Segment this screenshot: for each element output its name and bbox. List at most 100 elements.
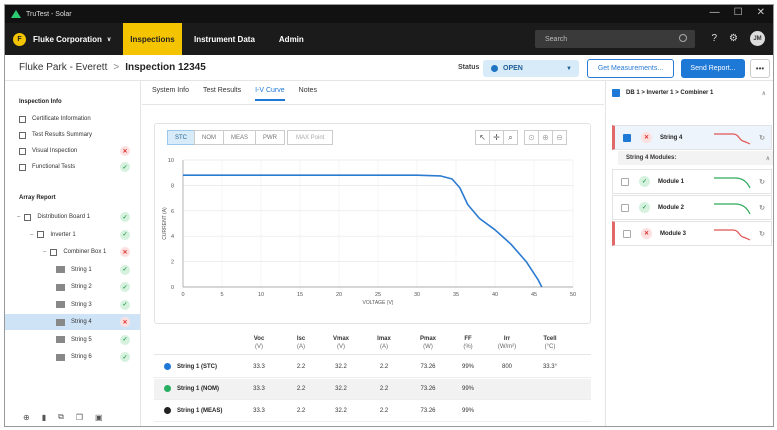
document-icon	[19, 147, 26, 155]
pointer-icon[interactable]: ↖	[475, 130, 490, 145]
mini-curve-line	[714, 228, 751, 241]
nav-tab-inspections[interactable]: Inspections	[123, 23, 182, 55]
table-cell: 2.2	[379, 364, 389, 370]
tree-item[interactable]: – Inverter 1 ✓	[5, 227, 140, 243]
more-options-button[interactable]: •••	[750, 59, 770, 78]
nav-tab-instrument-data[interactable]: Instrument Data	[182, 23, 267, 55]
mode-nom-button[interactable]: NOM	[194, 130, 224, 145]
item-checkbox[interactable]	[623, 229, 631, 238]
document-icon	[19, 163, 26, 171]
status-select[interactable]: OPEN ▼	[483, 60, 579, 77]
y-tick-label: 4	[171, 234, 174, 240]
column-name: Isc	[296, 336, 306, 342]
table-row[interactable]: String 1 (STC) 33.3 2.2 32.2 2.2 73.26 99% 800 3…	[154, 357, 591, 378]
status-icon: ✓	[639, 176, 650, 187]
sidebar-info-item[interactable]: Certificate Information✓	[5, 111, 140, 127]
refresh-icon[interactable]: ↻	[759, 178, 765, 186]
add-icon[interactable]: ⊕	[23, 413, 30, 422]
pan-icon[interactable]: ✛	[489, 130, 504, 145]
mode-meas-button[interactable]: MEAS	[223, 130, 257, 145]
fail-icon: ✕	[120, 317, 130, 327]
tree-item[interactable]: String 6 ✓	[5, 349, 140, 365]
table-cell: 73.26	[420, 386, 436, 392]
tree-item[interactable]: – Combiner Box 1 ✕	[5, 244, 140, 260]
tree-item[interactable]: – Distribution Board 1 ✓	[5, 209, 140, 225]
mini-curve-icon	[714, 202, 751, 214]
search-input[interactable]: Search	[535, 30, 695, 48]
row-name: String 1 (MEAS)	[164, 407, 222, 414]
pass-icon: ✓	[120, 299, 130, 310]
refresh-icon[interactable]: ↻	[759, 230, 765, 238]
zoom-reset-icon[interactable]: ⊙	[524, 130, 539, 145]
collapse-icon[interactable]: –	[17, 214, 20, 220]
nav-tab-admin[interactable]: Admin	[267, 23, 316, 55]
gear-icon[interactable]: ⚙	[729, 33, 738, 44]
path-header: DB 1 > Inverter 1 > Combiner 1 ∧	[612, 89, 770, 97]
table-row[interactable]: String 1 (MEAS) 33.3 2.2 32.2 2.2 73.26 99%	[154, 401, 591, 422]
measurement-table: Voc (V) Isc (A) Vmax (V) Imax (A) Pmax (W) FF (%) Ir…	[154, 331, 591, 423]
user-avatar[interactable]: JM	[750, 31, 765, 46]
tree-item[interactable]: String 1 ✓	[5, 262, 140, 278]
collapse-icon[interactable]: –	[43, 249, 46, 255]
tree-item[interactable]: String 4 ✕	[5, 314, 140, 330]
tab-iv-curve[interactable]: I-V Curve	[255, 87, 285, 101]
table-header-cell: Imax (A)	[364, 335, 404, 351]
pass-icon: ✓	[120, 229, 130, 240]
x-tick-label: 25	[375, 292, 381, 298]
table-cell: 32.2	[335, 364, 347, 370]
mini-curve-icon	[714, 228, 751, 241]
delete-icon[interactable]: ▮	[42, 413, 46, 422]
sidebar-info-item[interactable]: Visual Inspection ✕	[5, 143, 140, 159]
table-cell: 33.3	[253, 408, 265, 414]
item-checkbox[interactable]	[621, 203, 629, 212]
get-measurements-button[interactable]: Get Measurements...	[587, 59, 674, 78]
sidebar-info-item[interactable]: Functional Tests ✓	[5, 159, 140, 175]
sidebar-toolbar: ⊕ ▮ ⧉ ❐ ▣	[5, 406, 140, 426]
modules-heading: String 4 Modules: ∧	[618, 151, 773, 165]
string-card[interactable]: ✕ String 4 ↻	[612, 125, 772, 150]
maximize-button[interactable]: ☐	[734, 7, 743, 18]
table-cell: 33.3	[253, 364, 265, 370]
zoom-box-icon[interactable]: ⌕	[503, 130, 518, 145]
clipboard-icon[interactable]: ▣	[95, 413, 103, 422]
string-card[interactable]: ✓ Module 2 ↻	[612, 195, 772, 220]
tree-item[interactable]: String 3 ✓	[5, 297, 140, 313]
item-checkbox[interactable]	[623, 133, 631, 142]
refresh-icon[interactable]: ↻	[759, 204, 765, 212]
zoom-in-icon[interactable]: ⊕	[538, 130, 553, 145]
org-switcher[interactable]: F Fluke Corporation ∨	[5, 23, 123, 55]
table-cell: 99%	[461, 386, 474, 392]
tab-system-info[interactable]: System Info	[152, 87, 189, 101]
copy-icon[interactable]: ⧉	[58, 412, 64, 422]
tree-item[interactable]: String 2 ✓	[5, 279, 140, 295]
collapse-icon[interactable]: –	[30, 232, 33, 238]
breadcrumb-site[interactable]: Fluke Park - Everett	[19, 62, 107, 73]
chevron-up-icon[interactable]: ∧	[766, 155, 770, 162]
zoom-out-icon[interactable]: ⊖	[552, 130, 567, 145]
x-tick-label: 40	[492, 292, 498, 298]
string-icon	[56, 301, 65, 308]
table-row[interactable]: String 1 (NOM) 33.3 2.2 32.2 2.2 73.26 99%	[154, 379, 591, 400]
send-report-button[interactable]: Send Report...	[681, 59, 745, 78]
tab-test-results[interactable]: Test Results	[203, 87, 241, 101]
duplicate-icon[interactable]: ❐	[76, 413, 83, 422]
help-icon[interactable]: ?	[711, 33, 717, 44]
sidebar-info-item[interactable]: Test Results Summary✓	[5, 127, 140, 143]
close-window-button[interactable]: ✕	[757, 7, 765, 18]
chevron-up-icon[interactable]: ∧	[762, 90, 766, 97]
mode-stc-button[interactable]: STC	[167, 130, 195, 145]
item-checkbox[interactable]	[621, 177, 629, 186]
sidebar-item-label: Functional Tests	[32, 164, 76, 170]
path-checkbox[interactable]	[612, 89, 620, 97]
string-card[interactable]: ✕ Module 3 ↻	[612, 221, 772, 246]
refresh-icon[interactable]: ↻	[759, 134, 765, 142]
tab-notes[interactable]: Notes	[299, 87, 317, 101]
y-axis-label: CURRENT (A)	[162, 207, 168, 240]
mode-pwr-button[interactable]: PWR	[255, 130, 286, 145]
max-point-button[interactable]: MAX Point	[287, 130, 334, 145]
tree-item-label: Inverter 1	[50, 231, 76, 238]
tree-item[interactable]: String 5 ✓	[5, 332, 140, 348]
string-card[interactable]: ✓ Module 1 ↻	[612, 169, 772, 194]
card-label: Module 3	[660, 230, 687, 237]
minimize-button[interactable]: —	[710, 7, 720, 18]
